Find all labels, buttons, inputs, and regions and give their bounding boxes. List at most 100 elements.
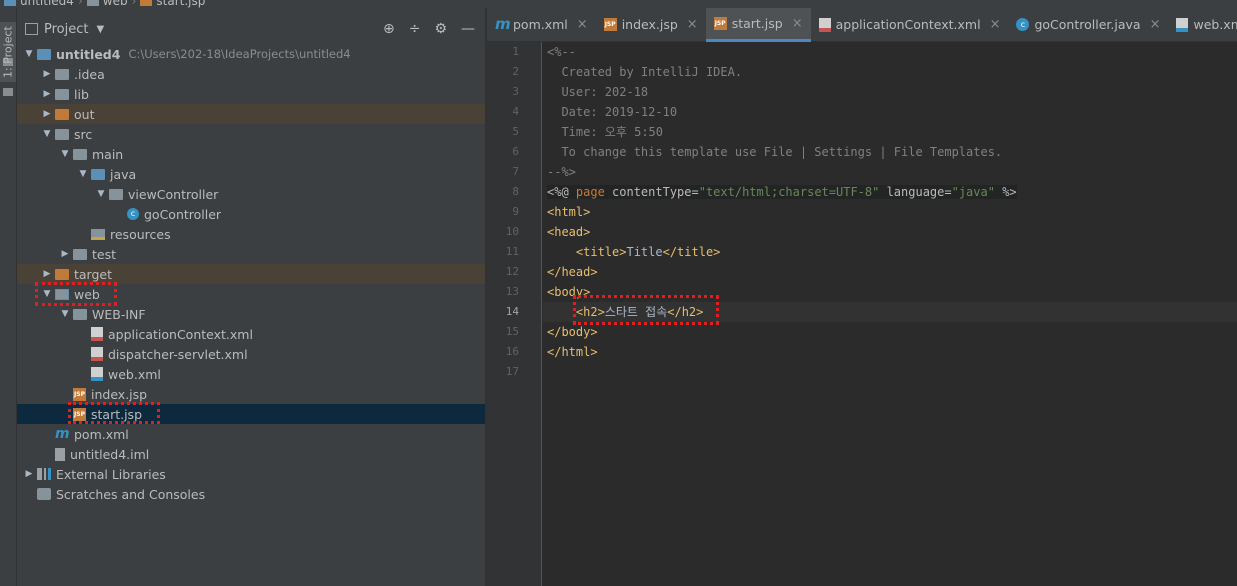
resources-folder-icon bbox=[91, 228, 105, 240]
folder-icon bbox=[73, 148, 87, 160]
code-line: <body> bbox=[547, 285, 591, 299]
chevron-right-icon[interactable]: ▶ bbox=[39, 69, 55, 79]
code-line: <head> bbox=[547, 225, 591, 239]
chevron-down-icon[interactable]: ▼ bbox=[57, 149, 73, 159]
breadcrumb-item[interactable]: untitled4 bbox=[20, 0, 74, 8]
breadcrumb-item[interactable]: web bbox=[103, 0, 128, 8]
code-line-current: <h2>스타트 접속</h2> bbox=[543, 295, 1237, 325]
tree-item[interactable]: ▼ viewController bbox=[17, 184, 485, 204]
close-icon[interactable]: × bbox=[792, 16, 803, 31]
line-number: 6 bbox=[512, 145, 519, 158]
chevron-down-icon[interactable]: ▼ bbox=[75, 169, 91, 179]
locate-icon[interactable]: ⊕ bbox=[383, 21, 395, 37]
tree-item[interactable]: · dispatcher-servlet.xml bbox=[17, 344, 485, 364]
chevron-right-icon[interactable]: ▶ bbox=[39, 269, 55, 279]
tab-label: web.xml bbox=[1193, 17, 1237, 32]
close-icon[interactable]: × bbox=[1150, 17, 1161, 32]
tree-item[interactable]: · applicationContext.xml bbox=[17, 324, 485, 344]
web-folder-icon bbox=[55, 288, 69, 300]
module-icon bbox=[37, 48, 51, 60]
excluded-folder-icon bbox=[55, 268, 69, 280]
directive-keyword: page bbox=[575, 185, 605, 199]
web-xml-icon bbox=[91, 367, 103, 381]
panel-header: Project ▼ ⊕ ÷ ⚙ — bbox=[17, 18, 485, 40]
tree-item[interactable]: ▼ java bbox=[17, 164, 485, 184]
folder-icon bbox=[86, 0, 99, 6]
tree-item-label: External Libraries bbox=[56, 466, 166, 482]
tree-item[interactable]: ▼ src bbox=[17, 124, 485, 144]
tab-pom-xml[interactable]: m pom.xml × bbox=[487, 8, 596, 42]
line-number: 2 bbox=[512, 65, 519, 78]
code-editor[interactable]: 1 2 3 4 5 6 7 8 9 10 11 12 13 14 15 16 1… bbox=[487, 42, 1237, 586]
tab-label: index.jsp bbox=[621, 17, 678, 32]
breadcrumb-item[interactable]: start.jsp bbox=[156, 0, 205, 8]
code-line: </head> bbox=[547, 265, 598, 279]
directive-close: %> bbox=[994, 185, 1017, 199]
line-number-gutter: 1 2 3 4 5 6 7 8 9 10 11 12 13 14 15 16 1… bbox=[487, 42, 542, 586]
code-area[interactable]: <%-- Created by IntelliJ IDEA. User: 202… bbox=[543, 42, 1237, 382]
tag-close: </h2> bbox=[667, 305, 704, 319]
chevron-down-icon[interactable]: ▼ bbox=[93, 189, 109, 199]
tree-item[interactable]: · web.xml bbox=[17, 364, 485, 384]
project-panel: Project ▼ ⊕ ÷ ⚙ — ▼ untitled4 C:\Users\2… bbox=[17, 8, 485, 586]
attr-name: contentType= bbox=[604, 185, 699, 199]
tree-item-label: test bbox=[92, 246, 117, 262]
tree-item[interactable]: ▼ WEB-INF bbox=[17, 304, 485, 324]
tree-item[interactable]: ▶ target bbox=[17, 264, 485, 284]
tree-item-label: src bbox=[74, 126, 93, 142]
tree-item[interactable]: ▶ External Libraries bbox=[17, 464, 485, 484]
tree-item-label: java bbox=[110, 166, 137, 182]
tree-item-label: target bbox=[74, 266, 113, 282]
folder-icon bbox=[55, 68, 69, 80]
tree-item[interactable]: · resources bbox=[17, 224, 485, 244]
tab-label: goController.java bbox=[1034, 17, 1141, 32]
tree-item[interactable]: · c goController bbox=[17, 204, 485, 224]
iml-file-icon bbox=[55, 447, 65, 461]
chevron-down-icon[interactable]: ▼ bbox=[39, 129, 55, 139]
chevron-right-icon[interactable]: ▶ bbox=[39, 109, 55, 119]
tree-item[interactable]: ▶ test bbox=[17, 244, 485, 264]
tree-item[interactable]: ▼ untitled4 C:\Users\202-18\IdeaProjects… bbox=[17, 44, 485, 64]
library-icon bbox=[37, 468, 51, 480]
chevron-down-icon[interactable]: ▼ bbox=[39, 289, 55, 299]
chevron-right-icon[interactable]: ▶ bbox=[57, 249, 73, 259]
close-icon[interactable]: × bbox=[687, 17, 698, 32]
tree-item[interactable]: · Scratches and Consoles bbox=[17, 484, 485, 504]
collapse-icon[interactable]: ÷ bbox=[409, 21, 421, 37]
tree-item[interactable]: · untitled4.iml bbox=[17, 444, 485, 464]
chevron-right-icon[interactable]: ▶ bbox=[39, 89, 55, 99]
close-icon[interactable]: × bbox=[577, 17, 588, 32]
tree-item-label: pom.xml bbox=[74, 426, 129, 442]
chevron-down-icon[interactable]: ▼ bbox=[57, 309, 73, 319]
line-number: 1 bbox=[512, 45, 519, 58]
tag-open: <title> bbox=[575, 245, 627, 259]
code-line: --%> bbox=[547, 165, 576, 179]
gear-icon[interactable]: ⚙ bbox=[434, 21, 447, 37]
tab-application-context-xml[interactable]: applicationContext.xml × bbox=[811, 8, 1009, 42]
panel-title[interactable]: Project bbox=[44, 22, 88, 37]
tab-web-xml[interactable]: web.xml × bbox=[1168, 8, 1237, 42]
chevron-down-icon[interactable]: ▼ bbox=[96, 24, 104, 35]
tree-item-label: Scratches and Consoles bbox=[56, 486, 206, 502]
chevron-down-icon[interactable]: ▼ bbox=[21, 49, 37, 59]
tab-index-jsp[interactable]: JSP index.jsp × bbox=[596, 8, 706, 42]
project-tool-label[interactable]: 1: Project bbox=[0, 22, 16, 82]
tree-item[interactable]: · JSP index.jsp bbox=[17, 384, 485, 404]
tab-go-controller-java[interactable]: c goController.java × bbox=[1008, 8, 1168, 42]
chevron-right-icon[interactable]: ▶ bbox=[21, 469, 37, 479]
jsp-file-icon: JSP bbox=[73, 407, 86, 421]
tree-item-label: .idea bbox=[74, 66, 105, 82]
tree-item[interactable]: · m pom.xml bbox=[17, 424, 485, 444]
line-number: 5 bbox=[512, 125, 519, 138]
tree-item[interactable]: ▶ out bbox=[17, 104, 485, 124]
tree-item[interactable]: ▼ main bbox=[17, 144, 485, 164]
tree-item[interactable]: ▶ .idea bbox=[17, 64, 485, 84]
hide-icon[interactable]: — bbox=[461, 21, 475, 37]
tree-item[interactable]: ▶ lib bbox=[17, 84, 485, 104]
tab-start-jsp[interactable]: JSP start.jsp × bbox=[705, 7, 811, 42]
attr-value: "java" bbox=[951, 185, 995, 199]
scratches-icon bbox=[37, 488, 51, 500]
tree-item[interactable]: ▼ web bbox=[17, 284, 485, 304]
tree-item-selected[interactable]: · JSP start.jsp bbox=[17, 404, 485, 424]
close-icon[interactable]: × bbox=[990, 17, 1001, 32]
